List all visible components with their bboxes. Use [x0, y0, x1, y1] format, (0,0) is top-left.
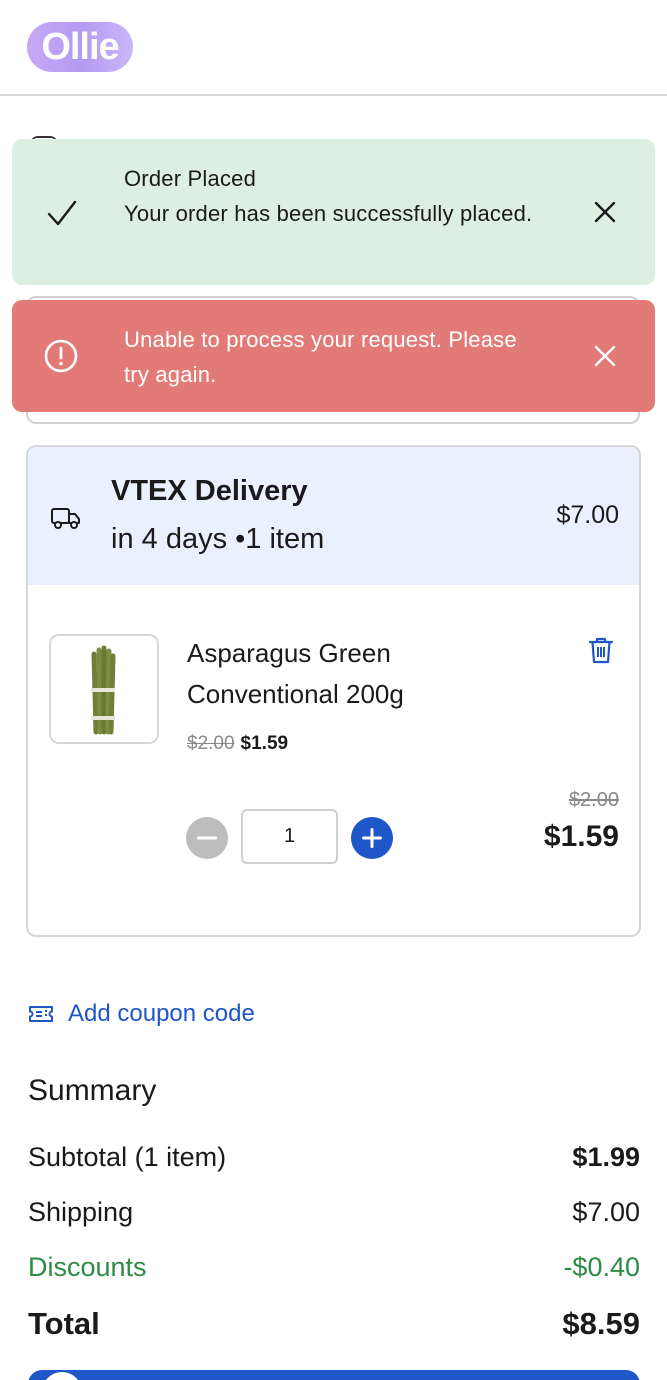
increase-quantity-button[interactable] — [351, 817, 393, 859]
total-row: Total $8.59 — [28, 1306, 640, 1342]
check-icon — [46, 197, 78, 234]
product-prices: $2.00 $1.59 — [187, 733, 288, 755]
discounts-row: Discounts -$0.40 — [28, 1252, 640, 1283]
discounts-value: -$0.40 — [563, 1252, 640, 1282]
error-toast-close-button[interactable] — [585, 336, 625, 376]
checkout-button[interactable] — [28, 1370, 640, 1380]
product-list-price: $2.00 — [187, 733, 235, 754]
trash-icon — [588, 637, 614, 664]
close-icon — [594, 345, 616, 367]
close-icon — [594, 201, 616, 223]
plus-icon — [362, 828, 382, 848]
remove-item-button[interactable] — [587, 635, 615, 670]
total-value: $8.59 — [562, 1306, 640, 1341]
header: Ollie — [0, 0, 667, 96]
delivery-title: VTEX Delivery — [111, 475, 308, 507]
shipping-row: Shipping $7.00 — [28, 1197, 640, 1228]
delivery-price: $7.00 — [556, 501, 619, 529]
line-total-price: $1.59 — [543, 820, 619, 853]
line-list-price: $2.00 — [568, 789, 619, 811]
checkout-button-knob — [42, 1372, 82, 1380]
subtotal-label: Subtotal (1 item) — [28, 1142, 227, 1172]
delivery-card: VTEX Delivery in 4 days •1 item $7.00 As… — [26, 445, 641, 937]
add-coupon-label: Add coupon code — [68, 1000, 255, 1027]
delivery-subtitle: in 4 days •1 item — [111, 523, 325, 555]
ollie-logo[interactable]: Ollie — [27, 22, 133, 72]
subtotal-row: Subtotal (1 item) $1.99 — [28, 1142, 640, 1173]
minus-icon — [197, 836, 217, 840]
total-label: Total — [28, 1306, 100, 1341]
add-coupon-button[interactable]: Add coupon code — [28, 1000, 255, 1028]
quantity-input[interactable] — [241, 809, 338, 864]
error-toast-message: Unable to process your request. Please t… — [124, 327, 517, 387]
success-toast-close-button[interactable] — [585, 192, 625, 232]
product-image[interactable] — [49, 634, 159, 744]
summary-title: Summary — [28, 1074, 157, 1107]
alert-circle-icon — [44, 339, 78, 378]
delivery-header: VTEX Delivery in 4 days •1 item $7.00 — [28, 447, 639, 585]
product-name[interactable]: Asparagus Green Conventional 200g — [187, 633, 507, 715]
decrease-quantity-button[interactable] — [186, 817, 228, 859]
success-toast-title: Order Placed — [124, 166, 257, 191]
product-sale-price: $1.59 — [240, 733, 289, 754]
shipping-value: $7.00 — [572, 1197, 640, 1227]
discounts-label: Discounts — [28, 1252, 147, 1282]
success-toast-message: Your order has been successfully placed. — [124, 201, 533, 226]
success-toast: Order Placed Your order has been success… — [12, 139, 655, 285]
shipping-label: Shipping — [28, 1197, 134, 1227]
error-toast: Unable to process your request. Please t… — [12, 300, 655, 412]
subtotal-value: $1.99 — [572, 1142, 640, 1172]
coupon-icon — [29, 1006, 53, 1022]
truck-icon — [50, 505, 82, 536]
